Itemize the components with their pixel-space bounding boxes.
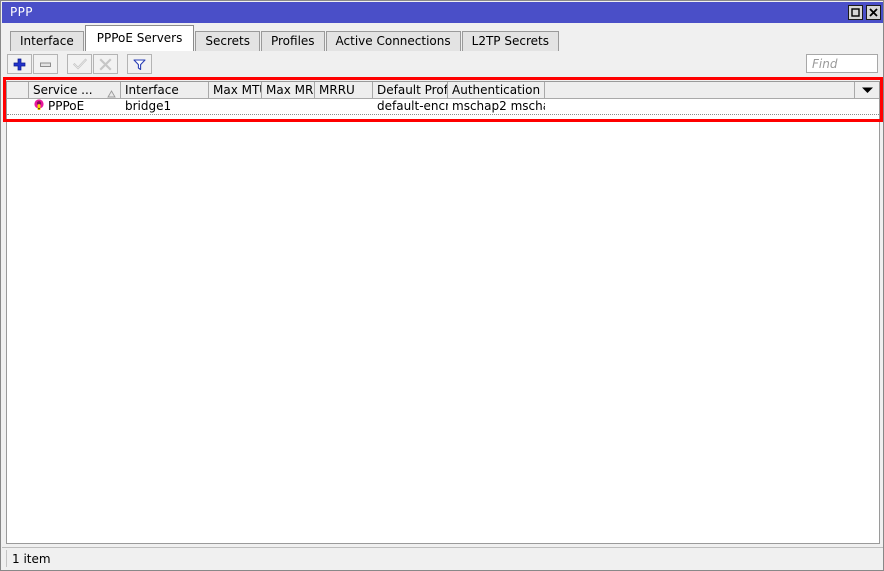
- add-button[interactable]: [7, 54, 32, 74]
- tab-profiles[interactable]: Profiles: [260, 31, 325, 51]
- column-header-flag[interactable]: [7, 82, 29, 98]
- tab-pppoe-servers[interactable]: PPPoE Servers: [84, 25, 195, 51]
- window-title: PPP: [10, 5, 33, 19]
- pppoe-server-icon: [33, 99, 45, 114]
- column-header-service-label: Service ...: [33, 83, 93, 97]
- table-header-row: Service ... Interface Max MTU Max MRU MR…: [7, 82, 879, 99]
- window-titlebar: PPP: [2, 2, 883, 23]
- column-header-authentication[interactable]: Authentication: [448, 82, 545, 98]
- tab-interface[interactable]: Interface: [10, 31, 84, 51]
- cell-max-mru: [262, 99, 315, 114]
- cell-dropdown-spacer: [855, 99, 879, 114]
- cell-interface: bridge1: [125, 99, 172, 113]
- column-header-filler: [545, 82, 855, 98]
- column-header-max-mtu[interactable]: Max MTU: [209, 82, 262, 98]
- column-chooser-button[interactable]: [855, 82, 879, 98]
- column-header-mrru[interactable]: MRRU: [315, 82, 373, 98]
- check-icon: [72, 58, 87, 71]
- cell-service-text: PPPoE: [48, 99, 85, 113]
- tab-list: Interface PPPoE Servers Secrets Profiles…: [10, 23, 560, 51]
- window-controls: [848, 5, 881, 20]
- filter-button[interactable]: [127, 54, 152, 74]
- status-bar-inner: 1 item: [6, 550, 880, 567]
- plus-icon: [13, 58, 26, 71]
- chevron-down-icon: [861, 82, 874, 98]
- cross-icon: [99, 57, 112, 71]
- find-input[interactable]: Find: [806, 54, 878, 73]
- item-count-label: 1 item: [12, 551, 51, 566]
- tab-secrets[interactable]: Secrets: [195, 31, 260, 51]
- tab-strip: Interface PPPoE Servers Secrets Profiles…: [2, 23, 883, 51]
- cell-service: PPPoE: [29, 99, 121, 114]
- disable-button[interactable]: [93, 54, 118, 74]
- column-header-service[interactable]: Service ...: [29, 82, 121, 98]
- status-bar: 1 item: [2, 547, 883, 569]
- maximize-icon: [851, 8, 860, 17]
- column-header-interface[interactable]: Interface: [121, 82, 209, 98]
- toolbar: Find: [2, 51, 883, 77]
- funnel-icon: [133, 58, 146, 71]
- cell-authentication: mschap2 mschap...: [452, 99, 545, 113]
- close-icon: [869, 8, 878, 17]
- toolbar-buttons: [7, 54, 153, 74]
- cell-default-profile: default-encr...: [377, 99, 448, 113]
- tab-l2tp-secrets[interactable]: L2TP Secrets: [461, 31, 559, 51]
- remove-button[interactable]: [33, 54, 58, 74]
- enable-button[interactable]: [67, 54, 92, 74]
- table-row[interactable]: PPPoE bridge1 default-encr... mschap2 ms…: [7, 99, 879, 115]
- cell-filler: [545, 99, 855, 114]
- minus-icon: [39, 58, 52, 71]
- tab-active-connections[interactable]: Active Connections: [325, 31, 461, 51]
- close-button[interactable]: [866, 5, 881, 20]
- cell-max-mtu: [209, 99, 262, 114]
- find-placeholder: Find: [812, 56, 838, 71]
- pppoe-servers-table: Service ... Interface Max MTU Max MRU MR…: [6, 81, 880, 544]
- ppp-window: PPP Interface PPPoE Servers Secrets Prof…: [0, 0, 884, 571]
- cell-mrru: [315, 99, 373, 114]
- column-header-max-mru[interactable]: Max MRU: [262, 82, 315, 98]
- row-flag-cell: [7, 99, 29, 114]
- maximize-button[interactable]: [848, 5, 863, 20]
- column-header-default-profile[interactable]: Default Profile: [373, 82, 448, 98]
- sort-ascending-icon: [107, 86, 116, 98]
